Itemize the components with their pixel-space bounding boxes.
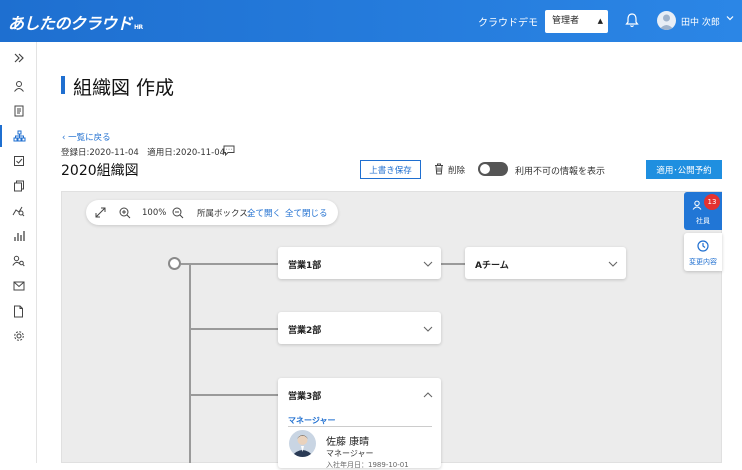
connector-line [190, 328, 278, 330]
org-node-team-a[interactable]: Aチーム [465, 247, 626, 279]
org-node-sales2[interactable]: 営業2部 [278, 312, 441, 344]
chevron-left-icon: ‹ [62, 133, 66, 143]
box-label: 所属ボックス: [197, 208, 251, 219]
gear-icon [13, 331, 24, 341]
chevron-down-icon[interactable] [423, 325, 433, 333]
zoom-out-button[interactable] [172, 200, 184, 225]
employee-count-badge: 13 [704, 194, 720, 210]
mail-icon [13, 281, 24, 291]
sidebar-item-evaluation[interactable] [0, 150, 37, 172]
chevron-down-icon[interactable] [423, 260, 433, 268]
chevron-down-icon[interactable] [725, 13, 735, 23]
connector-line [189, 264, 191, 463]
close-all-link[interactable]: 全て閉じる [285, 200, 328, 225]
sidebar-item-mail[interactable] [0, 275, 37, 297]
employee-avatar[interactable] [289, 430, 316, 457]
canvas-toolbar: 100% 所属ボックス: 全て開く 全て閉じる [86, 200, 338, 225]
employees-label: 社員 [696, 217, 710, 225]
employee-name[interactable]: 佐藤 康晴 [326, 433, 369, 448]
connector-line [441, 263, 465, 265]
company-name: クラウドデモ [478, 18, 538, 29]
bar-chart-icon [13, 231, 25, 241]
sidebar-item-documents[interactable] [0, 100, 37, 122]
app-logo[interactable]: あしたのクラウド HR [8, 10, 143, 34]
node-title: 営業2部 [288, 326, 322, 336]
role-select-value: 管理者 [552, 16, 580, 26]
connector-line [181, 263, 278, 265]
expand-icon [14, 53, 24, 63]
chevron-down-icon[interactable] [608, 260, 618, 268]
bell-icon[interactable] [625, 12, 639, 28]
checklist-icon [13, 156, 24, 166]
employee-hire-date: 入社年月日：1989-10-01 [326, 461, 409, 469]
employees-panel-button[interactable]: 13 社員 [684, 192, 722, 230]
overwrite-save-button[interactable]: 上書き保存 [360, 160, 421, 179]
sidebar-expand[interactable] [0, 47, 37, 69]
document-icon [14, 105, 23, 117]
org-node-sales3[interactable]: 営業3部 マネージャー 佐藤 康晴 マネージャー 入社年月日：1989-10-0… [278, 378, 441, 469]
clock-icon [697, 240, 709, 252]
org-node-sales1[interactable]: 営業1部 [278, 247, 441, 279]
open-all-link[interactable]: 全て開く [247, 200, 281, 225]
expand-arrows-icon [95, 207, 106, 218]
employee-role: マネージャー [326, 449, 374, 458]
zoom-in-button[interactable] [119, 200, 131, 225]
file-icon [14, 305, 23, 317]
analytics-icon [12, 206, 25, 217]
node-title: 営業3部 [288, 392, 322, 402]
comment-icon[interactable] [223, 145, 235, 156]
sidebar-item-org-chart[interactable] [0, 125, 37, 147]
back-link-label: 一覧に戻る [68, 133, 111, 143]
org-chart-name: 2020組織図 [61, 163, 139, 179]
node-title: Aチーム [475, 261, 509, 271]
sidebar-item-user-search[interactable] [0, 250, 37, 272]
person-icon [692, 200, 702, 210]
trash-icon[interactable] [434, 163, 444, 175]
org-chart-icon [13, 130, 26, 142]
copy-icon [13, 180, 24, 192]
zoom-in-icon [119, 207, 131, 218]
manager-heading: マネージャー [288, 416, 336, 425]
registration-dates: 登録日:2020-11-04 適用日:2020-11-04 [61, 148, 226, 158]
show-unavailable-label: 利用不可の情報を表示 [515, 167, 606, 177]
role-select[interactable]: 管理者 ▲ [545, 10, 608, 33]
user-name[interactable]: 田中 次郎 [681, 15, 720, 28]
person-icon [13, 81, 24, 92]
sidebar-item-file[interactable] [0, 300, 37, 322]
top-bar: あしたのクラウド HR クラウドデモ 管理者 ▲ 田中 次郎 [0, 0, 742, 42]
back-link[interactable]: ‹ 一覧に戻る [62, 131, 111, 143]
title-accent-bar [61, 76, 65, 94]
zoom-out-icon [172, 207, 184, 218]
show-unavailable-toggle[interactable] [478, 162, 508, 176]
user-avatar[interactable] [657, 11, 676, 30]
sidebar-item-profile[interactable] [0, 75, 37, 97]
sidebar-item-analytics[interactable] [0, 200, 37, 222]
user-search-icon [12, 255, 25, 267]
divider [288, 426, 432, 427]
chevron-up-icon[interactable] [423, 391, 433, 399]
zoom-level: 100% [142, 207, 167, 218]
page-title: 組織図 作成 [73, 77, 175, 99]
connector-line [190, 394, 278, 396]
delete-button[interactable]: 削除 [448, 164, 465, 176]
fit-screen-button[interactable] [95, 200, 106, 225]
publish-schedule-button[interactable]: 適用･公開予約 [646, 160, 722, 179]
root-node[interactable] [168, 257, 181, 270]
toggle-knob [480, 164, 490, 174]
changes-panel-button[interactable]: 変更内容 [684, 233, 722, 271]
sidebar [0, 42, 37, 463]
sidebar-item-copy[interactable] [0, 175, 37, 197]
node-title: 営業1部 [288, 261, 322, 271]
select-arrows-icon: ▲ [597, 17, 603, 25]
sidebar-item-reports[interactable] [0, 225, 37, 247]
sidebar-item-settings[interactable] [0, 325, 37, 347]
changes-label: 変更内容 [689, 258, 717, 266]
